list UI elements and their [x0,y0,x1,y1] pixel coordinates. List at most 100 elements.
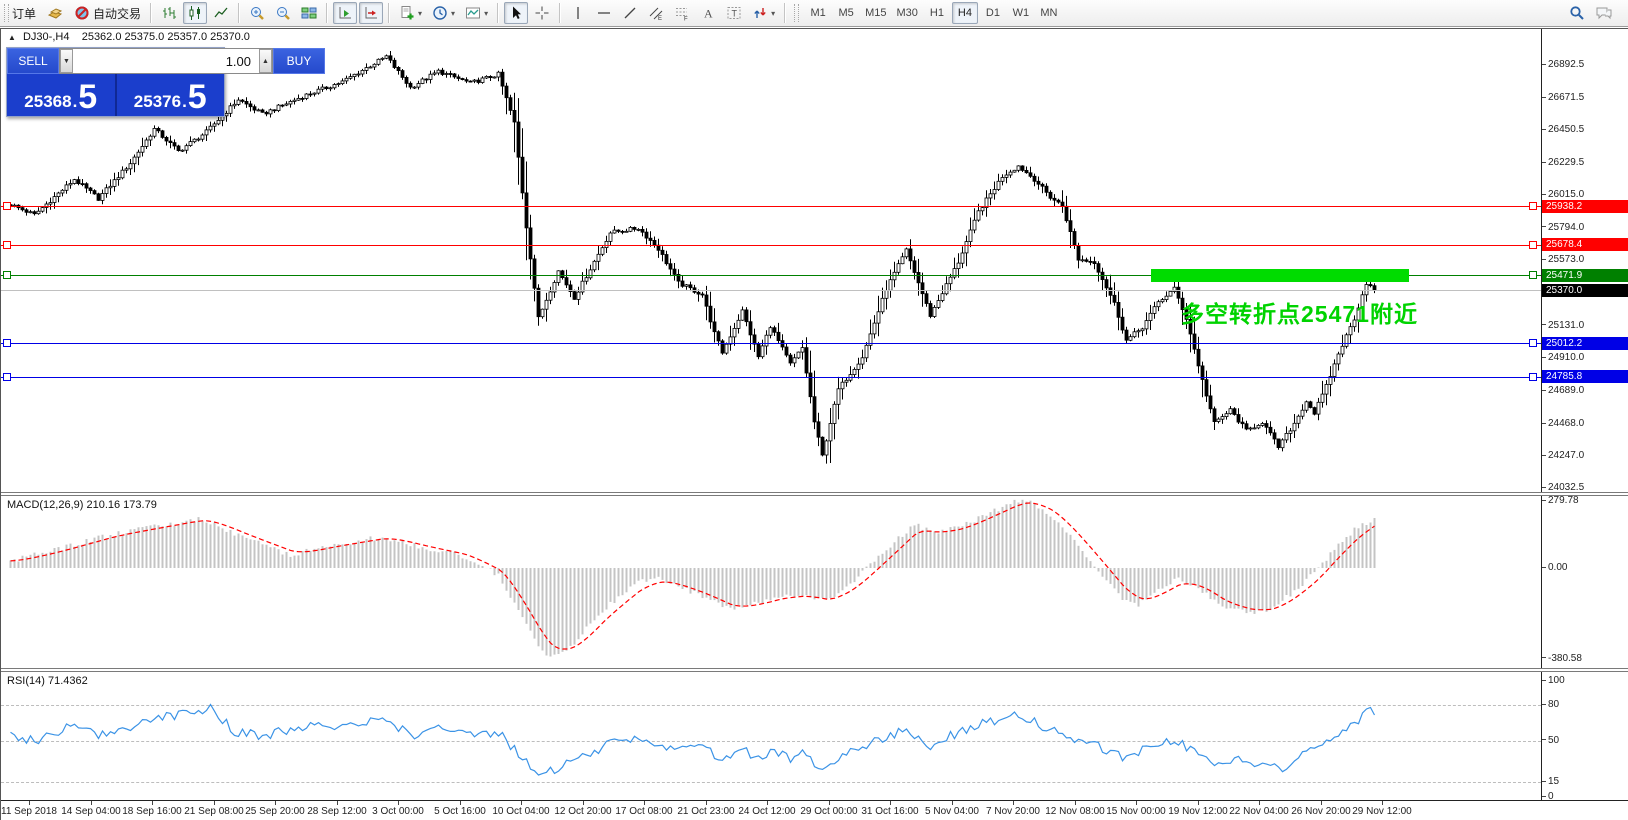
chart-line-button[interactable] [209,2,233,24]
toolbar-separator [559,3,561,23]
templates-button[interactable]: ▾ [461,2,492,24]
time-tick [706,801,707,805]
indicators-button[interactable]: ▾ [395,2,426,24]
time-tick [398,801,399,805]
line-endpoint-marker[interactable] [1529,271,1537,279]
line-endpoint-marker[interactable] [1529,373,1537,381]
time-tick [1382,801,1383,805]
axis-tick: -380.58 [1542,653,1582,665]
time-tick [1013,801,1014,805]
axis-tick: 25131.0 [1542,320,1584,332]
periods-button[interactable]: ▾ [428,2,459,24]
axis-tick: 24247.0 [1542,450,1584,462]
line-endpoint-marker[interactable] [3,202,11,210]
sell-price[interactable]: 25368.5 [7,74,115,116]
zoom-in-icon [249,5,265,21]
auto-scroll-button[interactable] [333,2,357,24]
label-button[interactable]: T [722,2,746,24]
horizontal-line-25678.4[interactable] [1,245,1541,246]
timeframe-m1-button[interactable]: M1 [805,2,831,24]
timeframe-m15-button[interactable]: M15 [861,2,890,24]
templates-caret-icon[interactable]: ▾ [484,9,488,18]
tile-windows-button[interactable] [297,2,321,24]
time-tick [1259,801,1260,805]
volume-decrease-button[interactable]: ▼ [60,49,73,73]
timeframe-h1-button[interactable]: H1 [924,2,950,24]
arrows-button[interactable]: ▾ [748,2,779,24]
chat-button[interactable] [1591,2,1617,24]
buy-button[interactable]: BUY [273,48,325,74]
autotrading-icon [74,5,90,21]
toolbar-separator [784,3,786,23]
price-label-25012.2: 25012.2 [1542,337,1628,350]
pane-separator[interactable] [1,492,1628,496]
trendline-button[interactable] [618,2,642,24]
line-endpoint-marker[interactable] [3,339,11,347]
horizontal-line-25370.0[interactable] [1,290,1541,291]
rsi-label: RSI(14) 71.4362 [7,675,88,687]
time-tick [460,801,461,805]
line-endpoint-marker[interactable] [1529,339,1537,347]
timeframe-m30-button[interactable]: M30 [893,2,922,24]
chart-bars-button[interactable] [157,2,181,24]
svg-text:E: E [658,16,662,21]
axis-tick: 26450.5 [1542,124,1584,136]
fibonacci-icon: F [674,5,690,21]
line-endpoint-marker[interactable] [3,373,11,381]
time-tick [829,801,830,805]
time-tick [337,801,338,805]
volume-input[interactable] [73,49,259,73]
vertical-line-button[interactable] [566,2,590,24]
search-button[interactable] [1565,2,1589,24]
horizontal-line-25938.2[interactable] [1,206,1541,207]
sell-button[interactable]: SELL [7,48,59,74]
green-zone-rectangle[interactable] [1151,269,1409,282]
time-tick [1321,801,1322,805]
cursor-button[interactable] [504,2,528,24]
toolbar-separator [150,3,152,23]
arrows-caret-icon[interactable]: ▾ [771,9,775,18]
timeframe-d1-button[interactable]: D1 [980,2,1006,24]
symbol-ohlc-line: ▲ DJ30-,H4 25362.0 25375.0 25357.0 25370… [8,31,250,43]
buy-price[interactable]: 25376.5 [117,74,225,116]
line-endpoint-marker[interactable] [1529,241,1537,249]
text-button[interactable]: A [696,2,720,24]
text-icon: A [700,5,716,21]
chart-shift-icon [363,5,379,21]
autotrading-button[interactable]: 自动交易 [70,2,145,24]
fibonacci-button[interactable]: F [670,2,694,24]
toolbar-grip[interactable] [794,4,799,22]
axis-tick: 15 [1542,776,1559,788]
crosshair-button[interactable] [530,2,554,24]
chart-candles-button[interactable] [183,2,207,24]
annotation-text[interactable]: 多空转折点25471附近 [1181,295,1418,329]
timeframe-w1-button[interactable]: W1 [1008,2,1034,24]
briefcase-icon-button[interactable] [42,2,68,24]
rsi-pane: RSI(14) 71.4362 [1,672,1541,800]
new-order-button[interactable]: 订单 [5,2,40,24]
horizontal-line-button[interactable] [592,2,616,24]
zoom-in-button[interactable] [245,2,269,24]
channel-button[interactable]: E [644,2,668,24]
pane-separator[interactable] [1,668,1628,672]
price-label-25370.0: 25370.0 [1542,284,1628,297]
chart-shift-button[interactable] [359,2,383,24]
axis-tick: 80 [1542,699,1559,711]
periods-caret-icon[interactable]: ▾ [451,9,455,18]
timeframe-mn-button[interactable]: MN [1036,2,1062,24]
time-tick [1075,801,1076,805]
line-endpoint-marker[interactable] [3,241,11,249]
line-endpoint-marker[interactable] [1529,202,1537,210]
horizontal-line-25012.2[interactable] [1,343,1541,344]
vertical-line-icon [570,5,586,21]
timeframe-h4-button[interactable]: H4 [952,2,978,24]
main-toolbar: 订单 自动交易 ▾ ▾ ▾ E FAT ▾ M1M5M15M30H1H4D1W1MN [0,0,1628,27]
zoom-out-button[interactable] [271,2,295,24]
collapse-triangle-icon[interactable]: ▲ [8,33,16,42]
indicators-caret-icon[interactable]: ▾ [418,9,422,18]
horizontal-line-24785.8[interactable] [1,377,1541,378]
price-label-24785.8: 24785.8 [1542,370,1628,383]
line-endpoint-marker[interactable] [3,271,11,279]
timeframe-m5-button[interactable]: M5 [833,2,859,24]
volume-increase-button[interactable]: ▲ [259,49,272,73]
